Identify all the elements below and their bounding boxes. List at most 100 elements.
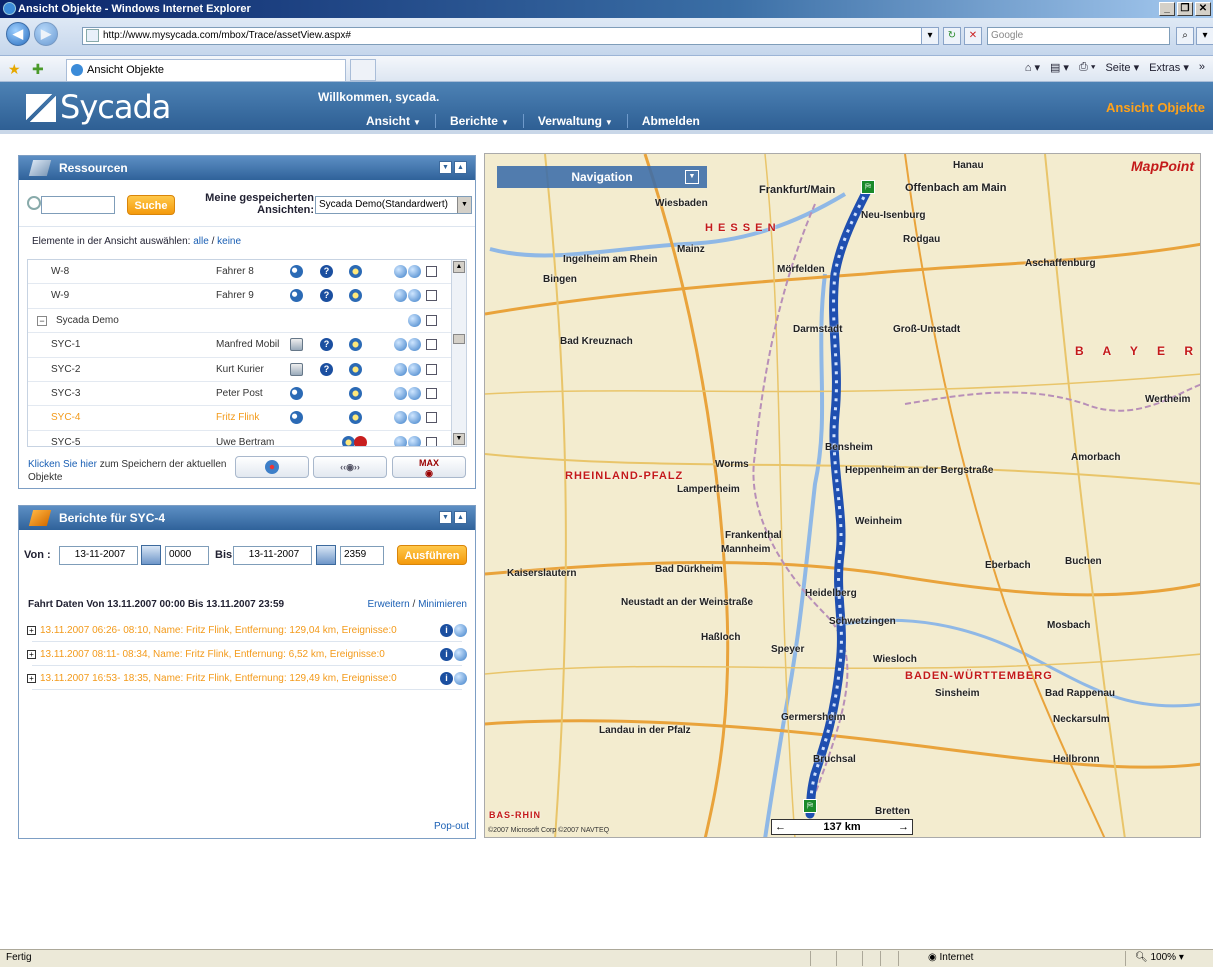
show-on-map-button[interactable] bbox=[235, 456, 309, 478]
row-checkbox[interactable] bbox=[426, 339, 437, 351]
car-icon[interactable] bbox=[349, 289, 362, 303]
calendar-icon[interactable] bbox=[141, 545, 161, 565]
select-none-link[interactable]: keine bbox=[217, 236, 241, 247]
row-checkbox[interactable] bbox=[426, 266, 437, 277]
car-icon[interactable] bbox=[349, 386, 362, 400]
to-time-input[interactable]: 2359 bbox=[340, 546, 384, 565]
popout-link[interactable]: Pop-out bbox=[434, 821, 469, 832]
info-icon[interactable]: i bbox=[440, 672, 453, 685]
locate-icon[interactable] bbox=[394, 362, 407, 376]
resource-search-input[interactable] bbox=[41, 196, 115, 214]
help-icon[interactable]: ? bbox=[320, 289, 333, 303]
globe-icon[interactable] bbox=[408, 265, 421, 278]
chevron-down-icon[interactable]: ▼ bbox=[685, 170, 699, 184]
list-item[interactable]: SYC-1 Manfred Mobil ? bbox=[28, 333, 466, 358]
print-icon[interactable]: ⎙ ▾ bbox=[1079, 61, 1095, 74]
info-icon[interactable]: i bbox=[440, 624, 453, 637]
end-flag-icon[interactable]: ⛿ bbox=[803, 799, 817, 813]
car-icon[interactable] bbox=[349, 411, 362, 425]
car-icon[interactable] bbox=[349, 265, 362, 278]
locate-icon[interactable] bbox=[394, 386, 407, 400]
from-time-input[interactable]: 0000 bbox=[165, 546, 209, 565]
locate-icon[interactable] bbox=[394, 435, 407, 446]
list-item[interactable]: SYC-3 Peter Post bbox=[28, 382, 466, 407]
select-all-link[interactable]: alle bbox=[193, 236, 209, 247]
address-field[interactable]: http://www.mysycada.com/mbox/Trace/asset… bbox=[82, 27, 927, 45]
search-options-button[interactable]: ▾ bbox=[1196, 27, 1213, 45]
globe-icon[interactable] bbox=[408, 313, 421, 327]
collapse-panel-button[interactable]: ▼ bbox=[439, 511, 452, 524]
collapse-icon[interactable]: − bbox=[37, 315, 47, 326]
locate-icon[interactable] bbox=[394, 411, 407, 425]
row-checkbox[interactable] bbox=[426, 387, 437, 399]
collapse-all-link[interactable]: Minimieren bbox=[418, 599, 467, 610]
nav-verwaltung[interactable]: Verwaltung ▼ bbox=[522, 114, 627, 128]
globe-icon[interactable] bbox=[454, 648, 467, 661]
forward-button[interactable]: ▶ bbox=[34, 22, 58, 46]
globe-icon[interactable] bbox=[408, 435, 421, 446]
list-item-selected[interactable]: SYC-4 Fritz Flink bbox=[28, 406, 466, 431]
row-checkbox[interactable] bbox=[426, 290, 437, 302]
route-icon[interactable] bbox=[290, 411, 303, 425]
expand-all-link[interactable]: Erweitern bbox=[368, 599, 410, 610]
search-button[interactable]: Suche bbox=[127, 195, 175, 215]
security-zone[interactable]: ◉ Internet bbox=[928, 950, 973, 966]
max-button[interactable]: MAX ◉ bbox=[392, 456, 466, 478]
maximize-button[interactable]: ❐ bbox=[1177, 2, 1193, 16]
globe-icon[interactable] bbox=[408, 289, 421, 303]
chevron-right-icon[interactable]: » bbox=[1199, 61, 1205, 74]
start-flag-icon[interactable]: ⛿ bbox=[861, 180, 875, 194]
stop-icon[interactable]: ✕ bbox=[964, 27, 982, 45]
search-icon[interactable]: ⌕ bbox=[1176, 27, 1194, 45]
route-icon[interactable] bbox=[290, 386, 303, 400]
info-icon[interactable]: i bbox=[440, 648, 453, 661]
expand-icon[interactable]: + bbox=[27, 626, 36, 635]
address-dropdown-button[interactable]: ▾ bbox=[921, 27, 939, 45]
locate-icon[interactable] bbox=[394, 338, 407, 352]
minimize-button[interactable]: _ bbox=[1159, 2, 1175, 16]
group-checkbox[interactable] bbox=[426, 314, 437, 326]
zoom-control[interactable]: 🔍︎ 100% ▾ bbox=[1135, 950, 1184, 966]
saved-views-select[interactable]: Sycada Demo(Standardwert) ▼ bbox=[315, 196, 472, 214]
home-icon[interactable]: ⌂ ▾ bbox=[1025, 61, 1040, 74]
collapse-panel-button[interactable]: ▼ bbox=[439, 161, 452, 174]
to-date-input[interactable]: 13-11-2007 bbox=[233, 546, 312, 565]
globe-icon[interactable] bbox=[454, 672, 467, 685]
back-button[interactable]: ◀ bbox=[6, 22, 30, 46]
trip-row[interactable]: + 13.11.2007 16:53- 18:35, Name: Fritz F… bbox=[27, 668, 467, 690]
document-icon[interactable] bbox=[290, 338, 303, 352]
help-icon[interactable]: ? bbox=[320, 338, 333, 352]
globe-icon[interactable] bbox=[408, 362, 421, 376]
group-row[interactable]: − Sycada Demo bbox=[28, 309, 466, 334]
scroll-down-icon[interactable]: ▼ bbox=[453, 433, 465, 445]
close-button[interactable]: ✕ bbox=[1195, 2, 1211, 16]
run-report-button[interactable]: Ausführen bbox=[397, 545, 467, 565]
map-view[interactable]: ⛿ ⛿ Navigation ▼ MapPoint Frankfurt/Main… bbox=[484, 153, 1201, 838]
car-icon[interactable] bbox=[349, 338, 362, 352]
globe-icon[interactable] bbox=[454, 624, 467, 637]
list-item[interactable]: W-9 Fahrer 9 ? bbox=[28, 284, 466, 309]
feeds-icon[interactable]: ▤ ▾ bbox=[1050, 61, 1069, 74]
document-icon[interactable] bbox=[290, 362, 303, 376]
row-checkbox[interactable] bbox=[426, 412, 437, 424]
globe-icon[interactable] bbox=[408, 411, 421, 425]
route-icon[interactable] bbox=[290, 289, 303, 303]
center-map-button[interactable]: ‹‹◉›› bbox=[313, 456, 387, 478]
list-scrollbar[interactable]: ▲ ▼ bbox=[451, 260, 466, 446]
trip-row[interactable]: + 13.11.2007 08:11- 08:34, Name: Fritz F… bbox=[27, 644, 467, 666]
maximize-panel-button[interactable]: ▲ bbox=[454, 161, 467, 174]
calendar-icon[interactable] bbox=[316, 545, 336, 565]
expand-icon[interactable]: + bbox=[27, 650, 36, 659]
expand-icon[interactable]: + bbox=[27, 674, 36, 683]
help-icon[interactable]: ? bbox=[320, 265, 333, 278]
list-item[interactable]: W-8 Fahrer 8 ? bbox=[28, 260, 466, 285]
scroll-up-icon[interactable]: ▲ bbox=[453, 261, 465, 273]
tools-menu[interactable]: Extras ▾ bbox=[1149, 61, 1189, 74]
save-objects-link[interactable]: Klicken Sie hier bbox=[28, 459, 97, 470]
locate-icon[interactable] bbox=[394, 265, 407, 278]
nav-ansicht[interactable]: Ansicht ▼ bbox=[352, 114, 435, 128]
help-icon[interactable]: ? bbox=[320, 362, 333, 376]
search-input[interactable]: Google bbox=[987, 27, 1170, 45]
globe-icon[interactable] bbox=[408, 338, 421, 352]
maximize-panel-button[interactable]: ▲ bbox=[454, 511, 467, 524]
